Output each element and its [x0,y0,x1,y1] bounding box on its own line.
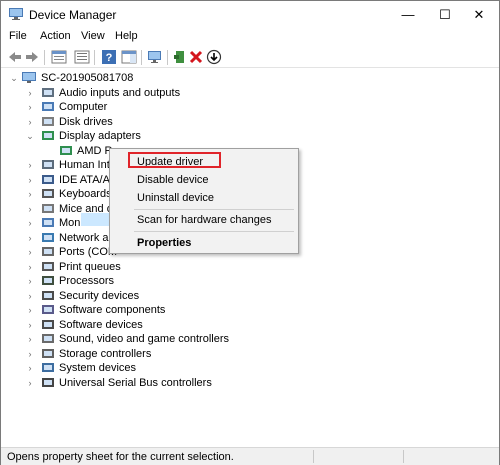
tree-item-label[interactable]: Universal Serial Bus controllers [59,377,212,389]
expand-chevron-icon[interactable]: › [25,218,35,228]
expand-chevron-icon[interactable]: › [25,334,35,344]
toolbar-separator [141,50,142,65]
device-tree: ⌄ SC-201905081708 › Audio inputs and outp… [1,69,499,447]
processor-icon [42,276,54,285]
monitor-icon [42,218,54,227]
expand-chevron-icon[interactable]: › [25,291,35,301]
toolbar-separator [44,50,45,65]
tree-item-label[interactable]: Security devices [59,290,139,302]
computer-root-icon [22,72,36,83]
network-icon [42,232,54,242]
speaker-icon [42,87,54,97]
tree-item-label[interactable]: Computer [59,101,107,113]
back-arrow-icon[interactable] [7,49,23,65]
remove-x-icon[interactable] [188,49,204,65]
menu-separator [134,231,294,232]
ide-icon [42,174,54,184]
add-driver-icon[interactable] [172,49,188,65]
menu-scan-hardware[interactable]: Scan for hardware changes [137,214,272,226]
computer-icon [42,102,54,111]
status-divider [403,450,404,463]
expand-chevron-icon[interactable]: › [25,204,35,214]
menu-properties[interactable]: Properties [137,237,191,249]
software-device-icon [42,319,54,329]
tree-item-label[interactable]: Software components [59,304,165,316]
download-update-icon[interactable] [206,49,222,65]
status-bar: Opens property sheet for the current sel… [1,447,499,465]
sound-icon [42,334,54,343]
system-icon [42,363,54,372]
expand-chevron-icon[interactable]: › [25,305,35,315]
expand-chevron-icon[interactable]: › [25,363,35,373]
expand-chevron-icon[interactable]: › [25,102,35,112]
port-icon [42,247,54,256]
storage-icon [42,348,54,358]
expand-chevron-icon[interactable]: › [25,349,35,359]
properties-pane-icon[interactable] [51,49,67,65]
menu-separator [134,209,294,210]
expand-chevron-icon[interactable]: › [25,88,35,98]
menu-file[interactable]: File [9,30,27,42]
display-adapter-icon [42,131,54,140]
svg-text:?: ? [106,52,113,64]
help-icon[interactable]: ? [101,49,117,65]
expand-chevron-icon[interactable]: › [25,247,35,257]
display-adapter-icon [60,145,72,155]
update-driver-highlight-box [128,152,221,168]
window-title: Device Manager [29,8,117,22]
menu-uninstall-device[interactable]: Uninstall device [137,192,214,204]
tree-item-label[interactable]: Print queues [59,261,121,273]
toolbar-separator [167,50,168,65]
tree-root-label[interactable]: SC-201905081708 [41,72,133,84]
printer-icon [42,261,54,271]
expand-chevron-icon[interactable]: › [25,378,35,388]
menu-action[interactable]: Action [40,30,71,42]
expand-chevron-icon[interactable]: › [25,262,35,272]
tree-item-label[interactable]: System devices [59,362,136,374]
collapse-chevron-icon[interactable]: ⌄ [25,131,35,141]
expand-chevron-icon[interactable]: › [25,117,35,127]
tree-item-label[interactable]: Audio inputs and outputs [59,87,180,99]
menu-view[interactable]: View [81,30,105,42]
status-divider [313,450,314,463]
tree-item-label[interactable]: Sound, video and game controllers [59,333,229,345]
menu-bar: File Action View Help [1,28,499,47]
title-bar: Device Manager — ☐ ✕ [1,1,499,28]
mouse-icon [42,203,54,213]
usb-icon [42,377,54,387]
menu-help[interactable]: Help [115,30,138,42]
expand-chevron-icon[interactable]: › [25,160,35,170]
device-manager-window: Device Manager — ☐ ✕ File Action View He… [0,0,500,465]
software-component-icon [42,305,54,314]
close-button[interactable]: ✕ [456,1,500,28]
monitor-scan-icon[interactable] [147,49,163,65]
action-pane-icon[interactable] [121,49,137,65]
expand-chevron-icon[interactable]: › [25,189,35,199]
tree-item-label[interactable]: Processors [59,275,114,287]
tree-item-label[interactable]: Storage controllers [59,348,151,360]
tree-item-label[interactable]: Software devices [59,319,143,331]
expand-chevron-icon[interactable]: › [25,233,35,243]
toolbar: ? [1,47,499,68]
keyboard-icon [42,189,54,198]
list-view-icon[interactable] [74,49,90,65]
toolbar-separator [94,50,95,65]
disk-icon [42,116,54,126]
security-icon [42,290,54,300]
tree-item-label[interactable]: Disk drives [59,116,113,128]
expand-chevron-icon[interactable]: › [25,276,35,286]
tree-item-label[interactable]: Keyboards [59,188,112,200]
forward-arrow-icon[interactable] [24,49,40,65]
device-manager-app-icon [9,8,23,20]
expand-chevron-icon[interactable]: › [25,320,35,330]
menu-disable-device[interactable]: Disable device [137,174,209,186]
tree-item-label[interactable]: Display adapters [59,130,141,142]
collapse-chevron-icon[interactable]: ⌄ [9,73,19,83]
hid-icon [42,160,54,169]
expand-chevron-icon[interactable]: › [25,175,35,185]
status-text: Opens property sheet for the current sel… [7,451,234,463]
